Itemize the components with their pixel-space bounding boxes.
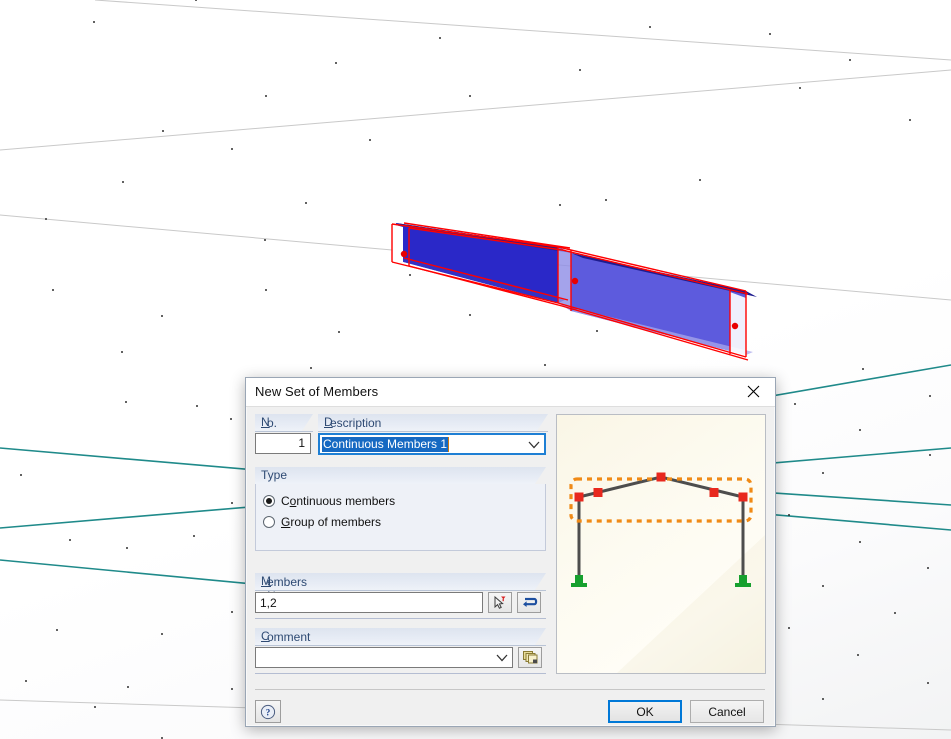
description-input[interactable]: Continuous Members 1 <box>322 437 449 452</box>
type-label: Type <box>261 468 288 482</box>
select-cursor-icon[interactable] <box>488 592 512 613</box>
new-set-of-members-dialog[interactable]: New Set of Members No. 1 Description Con… <box>245 377 776 727</box>
beam-member <box>391 222 757 361</box>
ok-button[interactable]: OK <box>608 700 682 723</box>
preview-canvas <box>557 472 765 673</box>
stacked-windows-icon[interactable] <box>518 647 542 668</box>
members-no-group-header: Members No. <box>255 573 546 603</box>
description-group-header: Description <box>318 414 548 432</box>
preview-columns <box>577 497 745 585</box>
radio-continuous-members-label: Continuous members <box>281 494 396 508</box>
comment-input[interactable] <box>256 648 512 651</box>
chevron-down-icon[interactable] <box>496 652 508 666</box>
no-group-header: No. <box>255 414 313 432</box>
text-caret <box>448 437 449 452</box>
radio-indicator-unselected <box>263 516 275 528</box>
radio-group-of-members-label: Group of members <box>281 515 382 529</box>
comment-combobox[interactable] <box>255 647 513 668</box>
preview-selection-box <box>569 477 753 523</box>
radio-continuous-members[interactable]: Continuous members <box>263 494 395 508</box>
comment-label: Comment <box>261 629 311 644</box>
comment-group-rule <box>255 673 546 674</box>
preview-nodes <box>574 472 748 502</box>
close-icon[interactable] <box>731 378 775 405</box>
help-question-icon[interactable]: ? <box>255 700 281 723</box>
type-group-area: Continuous members Group of members <box>255 484 546 551</box>
dialog-title: New Set of Members <box>255 384 379 399</box>
no-label: No. <box>261 415 278 430</box>
description-combobox[interactable]: Continuous Members 1 <box>318 433 546 455</box>
cancel-button[interactable]: Cancel <box>690 700 764 723</box>
radio-indicator-selected <box>263 495 275 507</box>
description-label: Description <box>324 415 382 430</box>
svg-text:?: ? <box>266 707 271 717</box>
members-no-label: Members No. <box>261 574 308 603</box>
type-group-header: Type <box>255 467 546 485</box>
comment-group-header: Comment <box>255 628 546 646</box>
no-input[interactable]: 1 <box>255 433 311 454</box>
members-no-input[interactable]: 1,2 <box>255 592 483 613</box>
radio-group-of-members[interactable]: Group of members <box>263 515 381 529</box>
type-group: Type Continuous members Group of members <box>255 467 546 552</box>
footer-separator <box>255 689 765 690</box>
chevron-down-icon[interactable] <box>528 439 540 453</box>
set-of-members-preview <box>556 414 766 674</box>
blue-arrow-loop-icon[interactable] <box>517 592 541 613</box>
dialog-titlebar: New Set of Members <box>246 378 775 407</box>
members-no-group-rule <box>255 618 546 619</box>
